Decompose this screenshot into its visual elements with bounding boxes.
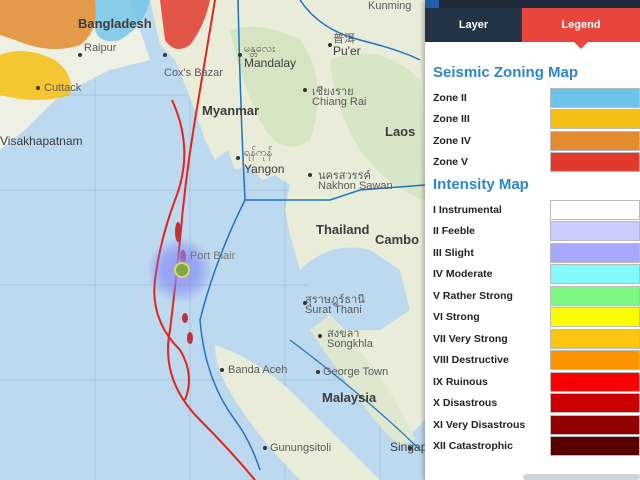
intensity-level-swatch — [550, 371, 640, 392]
horizontal-scrollbar[interactable] — [523, 474, 640, 480]
intensity-level-swatch — [550, 199, 640, 220]
city-label-georgetown: George Town — [323, 366, 389, 378]
country-label-malaysia: Malaysia — [322, 390, 377, 405]
intensity-map-title: Intensity Map — [433, 176, 529, 193]
intensity-level-label: XII Catastrophic — [433, 440, 513, 453]
seismic-zone-label: Zone V — [433, 156, 469, 169]
city-label-cuttack: Cuttack — [44, 82, 82, 94]
seismic-zone-swatch — [550, 152, 640, 173]
epicenter-marker[interactable] — [174, 262, 190, 278]
intensity-level-swatch — [550, 285, 640, 306]
intensity-level-label: V Rather Strong — [433, 289, 513, 302]
intensity-level-row: IV Moderate — [433, 264, 640, 286]
tab-active-indicator — [574, 42, 588, 49]
country-label-thailand: Thailand — [316, 222, 370, 237]
country-label-myanmar: Myanmar — [202, 103, 260, 118]
country-label-cambodia: Cambo — [375, 232, 420, 247]
intensity-level-swatch — [550, 350, 640, 371]
seismic-zone-row: Zone IV — [433, 130, 640, 152]
panel-tabs: Layer Legend — [425, 8, 640, 49]
intensity-level-row: V Rather Strong — [433, 285, 640, 307]
intensity-level-label: II Feeble — [433, 225, 476, 238]
seismic-zone-label: Zone II — [433, 91, 467, 104]
city-label-raipur: Raipur — [84, 42, 117, 54]
seismic-zoning-title: Seismic Zoning Map — [433, 64, 579, 81]
intensity-level-swatch — [550, 414, 640, 435]
tab-legend-label: Legend — [561, 19, 601, 31]
city-label-chiangrai: Chiang Rai — [312, 96, 367, 108]
city-label-kunming: Kunming — [368, 0, 412, 12]
city-label-gunungsitoli: Gunungsitoli — [270, 442, 332, 454]
intensity-level-swatch — [550, 221, 640, 242]
country-label-bangladesh: Bangladesh — [78, 16, 152, 31]
intensity-level-row: XII Catastrophic — [433, 436, 640, 458]
intensity-level-list: I Instrumental II Feeble III Slight IV Mode… — [433, 199, 640, 457]
intensity-level-row: VI Strong — [433, 307, 640, 329]
intensity-level-swatch — [550, 264, 640, 285]
intensity-level-label: XI Very Disastrous — [433, 418, 526, 431]
city-label-yangon-local: ရန်ကုန် — [244, 147, 273, 159]
intensity-level-row: I Instrumental — [433, 199, 640, 221]
city-label-singapore: Singap — [390, 440, 425, 454]
intensity-level-swatch — [550, 307, 640, 328]
intensity-level-label: VIII Destructive — [433, 354, 509, 367]
seismic-zone-label: Zone III — [433, 113, 470, 126]
city-label-portblair: Port Blair — [190, 250, 236, 262]
intensity-level-row: X Disastrous — [433, 393, 640, 415]
country-label-laos: Laos — [385, 124, 416, 139]
seismic-zone-label: Zone IV — [433, 134, 471, 147]
side-panel: Layer Legend Seismic Zoning Map Zone II Z… — [425, 0, 640, 480]
city-label-yangon: Yangon — [244, 162, 285, 176]
intensity-level-swatch — [550, 328, 640, 349]
seismic-zone-swatch — [550, 87, 640, 108]
intensity-level-label: IV Moderate — [433, 268, 493, 281]
intensity-level-label: I Instrumental — [433, 203, 502, 216]
intensity-level-label: VII Very Strong — [433, 332, 508, 345]
intensity-level-row: IX Ruinous — [433, 371, 640, 393]
map-view[interactable]: Bangladesh Myanmar Laos Thailand Cambo M… — [0, 0, 425, 480]
city-label-songkhla: Songkhla — [327, 338, 373, 350]
city-label-bandaaceh: Banda Aceh — [228, 364, 288, 376]
tab-layer[interactable]: Layer — [425, 8, 522, 42]
intensity-level-label: X Disastrous — [433, 397, 498, 410]
legend-content: Seismic Zoning Map Zone II Zone III Zone I… — [425, 42, 640, 457]
intensity-level-label: III Slight — [433, 246, 474, 259]
seismic-zone-list: Zone II Zone III Zone IV Zone V — [433, 87, 640, 173]
seismic-zone-row: Zone III — [433, 109, 640, 131]
panel-header-bar — [425, 0, 640, 8]
intensity-level-row: VII Very Strong — [433, 328, 640, 350]
city-label-mandalay: Mandalay — [244, 56, 297, 70]
intensity-level-row: II Feeble — [433, 221, 640, 243]
intensity-level-swatch — [550, 436, 640, 457]
seismic-zone-swatch — [550, 130, 640, 151]
seismic-zone-row: Zone II — [433, 87, 640, 109]
city-label-nakhonsawan: Nakhon Sawan — [318, 180, 393, 192]
intensity-level-row: XI Very Disastrous — [433, 414, 640, 436]
city-label-puer: Pu'er — [333, 44, 361, 58]
city-label-suratthani: Surat Thani — [305, 304, 362, 316]
intensity-level-label: IX Ruinous — [433, 375, 488, 388]
seismic-zone-swatch — [550, 109, 640, 130]
intensity-level-label: VI Strong — [433, 311, 480, 324]
intensity-level-swatch — [550, 393, 640, 414]
intensity-level-swatch — [550, 242, 640, 263]
tab-legend[interactable]: Legend — [522, 8, 640, 49]
panel-accent — [425, 0, 439, 8]
intensity-level-row: III Slight — [433, 242, 640, 264]
city-label-visakhapatnam: Visakhapatnam — [0, 134, 83, 148]
seismic-zone-row: Zone V — [433, 152, 640, 174]
intensity-level-row: VIII Destructive — [433, 350, 640, 372]
city-label-coxs-bazar: Cox's Bazar — [164, 67, 223, 79]
